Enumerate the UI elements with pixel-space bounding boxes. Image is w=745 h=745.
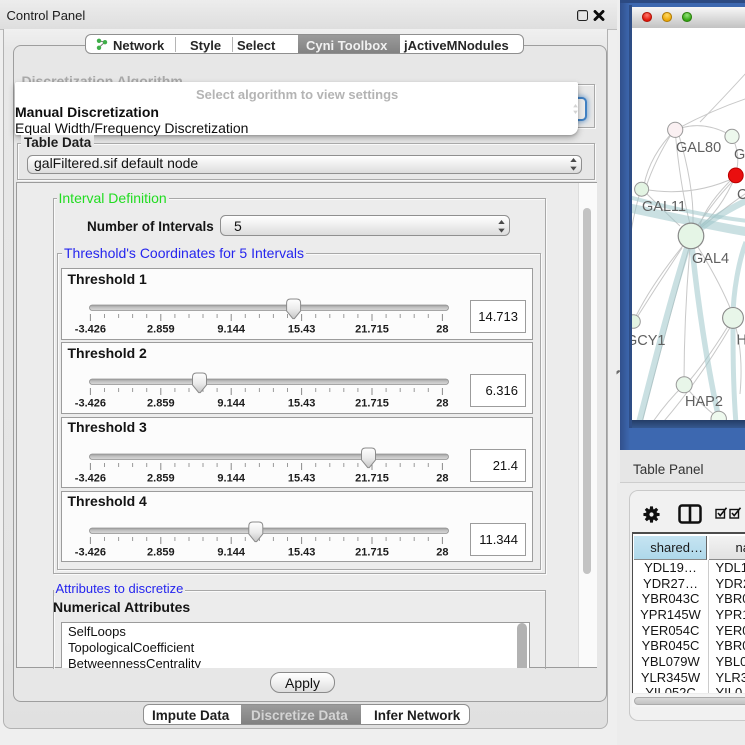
svg-text:9.144: 9.144 — [217, 398, 245, 410]
svg-text:28: 28 — [436, 546, 448, 558]
svg-text:21.715: 21.715 — [355, 324, 389, 336]
svg-text:HAP2: HAP2 — [685, 394, 723, 410]
svg-text:2.859: 2.859 — [147, 398, 175, 410]
svg-text:GAL80: GAL80 — [676, 140, 721, 156]
svg-text:28: 28 — [436, 398, 448, 410]
svg-text:-3.426: -3.426 — [74, 546, 105, 558]
svg-text:9.144: 9.144 — [217, 546, 245, 558]
svg-text:15.43: 15.43 — [287, 398, 315, 410]
svg-text:-3.426: -3.426 — [74, 324, 105, 336]
svg-text:2.859: 2.859 — [147, 546, 175, 558]
svg-text:GAL4: GAL4 — [692, 251, 729, 267]
svg-text:HI: HI — [737, 333, 745, 349]
svg-text:9.144: 9.144 — [217, 324, 245, 336]
svg-text:2.859: 2.859 — [147, 324, 175, 336]
svg-text:15.43: 15.43 — [287, 324, 315, 336]
svg-text:15.43: 15.43 — [287, 472, 315, 484]
svg-text:GCY1: GCY1 — [632, 333, 666, 349]
svg-text:21.715: 21.715 — [355, 546, 389, 558]
svg-text:GAL11: GAL11 — [642, 199, 686, 215]
svg-text:15.43: 15.43 — [287, 546, 315, 558]
svg-text:2.859: 2.859 — [147, 472, 175, 484]
svg-text:21.715: 21.715 — [355, 398, 389, 410]
svg-text:21.715: 21.715 — [355, 472, 389, 484]
svg-text:CD: CD — [737, 187, 745, 203]
svg-text:9.144: 9.144 — [217, 472, 245, 484]
svg-text:28: 28 — [436, 472, 448, 484]
svg-text:28: 28 — [436, 324, 448, 336]
svg-text:GA: GA — [734, 147, 745, 163]
svg-text:-3.426: -3.426 — [74, 398, 105, 410]
svg-text:-3.426: -3.426 — [74, 472, 105, 484]
